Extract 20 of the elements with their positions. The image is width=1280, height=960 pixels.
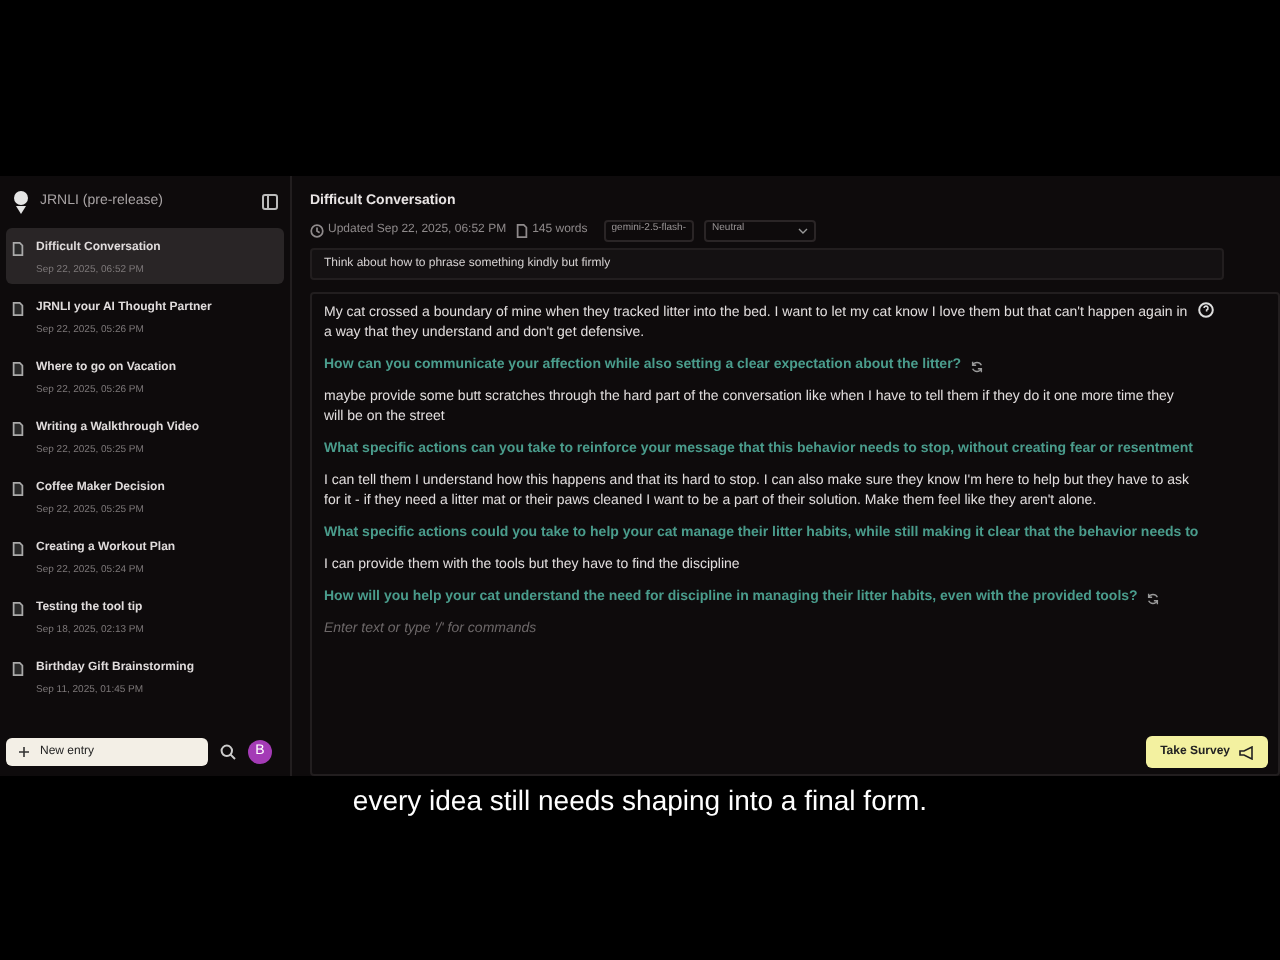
plus-icon (18, 746, 30, 758)
chevron-icon (798, 227, 809, 233)
document-icon (12, 542, 24, 556)
refresh-icon[interactable] (1145, 591, 1160, 605)
help-icon[interactable] (1198, 302, 1214, 318)
refresh-icon[interactable] (969, 359, 984, 373)
video-caption: every idea still needs shaping into a final form. (352, 782, 928, 820)
document-icon (12, 482, 24, 496)
logo-icon (12, 189, 30, 215)
search-icon[interactable] (220, 744, 236, 760)
clock-icon (310, 223, 324, 237)
document-icon (12, 662, 24, 676)
document-icon (12, 362, 24, 376)
document-icon (12, 422, 24, 436)
sidebar-toggle-icon[interactable] (262, 194, 278, 210)
document-icon (516, 223, 529, 237)
document-icon (12, 302, 24, 316)
megaphone-icon (1238, 745, 1254, 759)
document-icon (12, 602, 24, 616)
document-icon (12, 242, 24, 256)
